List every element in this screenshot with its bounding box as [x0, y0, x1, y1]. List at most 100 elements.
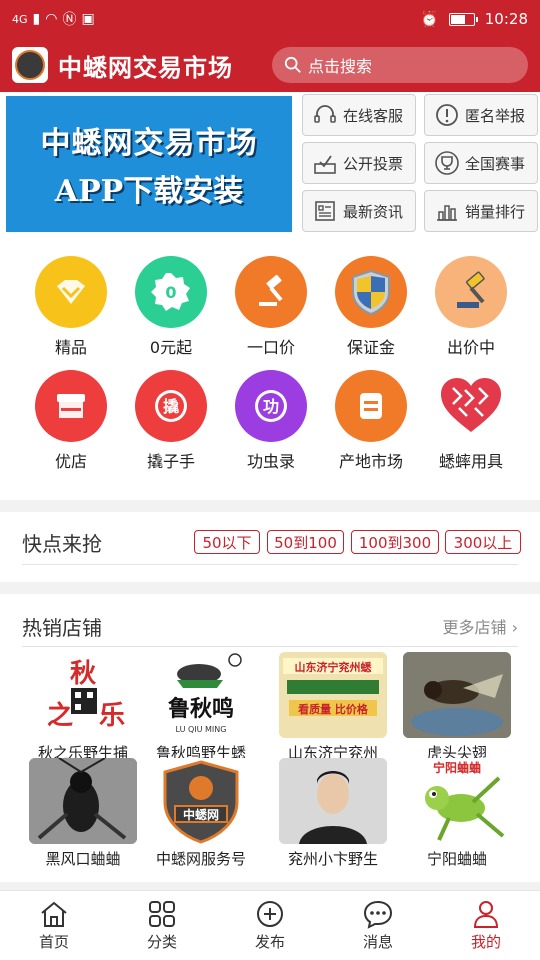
clock: 10:28 — [484, 10, 528, 28]
store-icon — [35, 370, 107, 442]
promo-banner[interactable]: 中蟋网交易市场 APP下载安装 — [6, 96, 292, 232]
public-vote-button[interactable]: 公开投票 — [302, 142, 416, 184]
svg-text:秋: 秋 — [70, 659, 97, 689]
category-bidding[interactable]: 出价中 — [421, 256, 521, 358]
shop-card[interactable]: 中蟋网 中蟋网服务号 — [146, 758, 256, 869]
tab-home[interactable]: 首页 — [0, 891, 108, 960]
shop-thumbnail: 山东济宁兖州蟋 看质量 比价格 — [279, 652, 387, 738]
gong-badge-icon: 功 — [235, 370, 307, 442]
price-chip[interactable]: 100到300 — [351, 530, 439, 554]
tab-category[interactable]: 分类 — [108, 891, 216, 960]
shop-card[interactable]: 黑风口蛐蛐 — [28, 758, 138, 869]
svg-text:山东济宁兖州蟋: 山东济宁兖州蟋 — [295, 660, 373, 674]
app-title: 中蟋网交易市场 — [58, 53, 233, 82]
shop-thumbnail: 宁阳蛐蛐 — [403, 758, 511, 844]
category-zero-start[interactable]: 0 0元起 — [121, 256, 221, 358]
online-service-button[interactable]: 在线客服 — [302, 94, 416, 136]
shop-thumbnail — [279, 758, 387, 844]
banner-line2: APP下载安装 — [54, 174, 244, 209]
svg-text:中蟋网: 中蟋网 — [183, 807, 219, 822]
svg-text:乐: 乐 — [99, 701, 125, 731]
trophy-icon — [433, 149, 461, 177]
svg-text:功: 功 — [263, 397, 279, 416]
shop-card[interactable]: 兖州小卞野生 — [278, 758, 388, 869]
shop-thumbnail: 鲁秋鸣 LU QIU MING — [147, 652, 255, 738]
battery-icon — [448, 12, 478, 26]
category-origin-market[interactable]: 产地市场 — [321, 370, 421, 472]
svg-text:之: 之 — [47, 700, 73, 731]
section-title: 快点来抢 — [22, 532, 102, 556]
category-cricket-tools[interactable]: 蟋蟀用具 — [421, 370, 521, 472]
plus-circle-icon — [257, 901, 283, 927]
signal-icon: ▮ — [32, 11, 41, 27]
sales-ranking-button[interactable]: 销量排行 — [424, 190, 538, 232]
category-grid: 精品 0 0元起 一口价 保证金 出价中 优店 撬 撬子手 功 功虫录 产地市场… — [0, 242, 540, 500]
app-notification-icon: ▣ — [81, 11, 95, 27]
tab-messages[interactable]: 消息 — [324, 891, 432, 960]
heart-pattern-icon — [435, 370, 507, 442]
latest-news-button[interactable]: 最新资讯 — [302, 190, 416, 232]
auction-icon — [435, 256, 507, 328]
anonymous-report-button[interactable]: 匿名举报 — [424, 94, 538, 136]
quick-label: 最新资讯 — [343, 202, 404, 221]
nfc-icon: Ⓝ — [62, 12, 77, 28]
category-label: 蟋蟀用具 — [438, 452, 503, 471]
shop-name: 黑风口蛐蛐 — [45, 850, 121, 868]
quick-label: 销量排行 — [465, 202, 526, 221]
more-shops-link[interactable]: 更多店铺 › — [442, 614, 518, 638]
wifi-icon: ◠ — [45, 11, 58, 27]
shield-icon — [335, 256, 407, 328]
app-header: 中蟋网交易市场 点击搜索 — [0, 38, 540, 92]
svg-text:鲁秋鸣: 鲁秋鸣 — [167, 696, 234, 722]
shop-card[interactable]: 鲁秋鸣 LU QIU MING 鲁秋鸣野生蟋 — [146, 652, 256, 763]
category-deposit[interactable]: 保证金 — [321, 256, 421, 358]
more-label: 更多店铺 — [442, 618, 507, 637]
category-qiaozishou[interactable]: 撬 撬子手 — [121, 370, 221, 472]
tab-mine[interactable]: 我的 — [432, 891, 540, 960]
quick-label: 在线客服 — [343, 106, 404, 125]
network-label: 4G — [12, 12, 28, 26]
category-quality-store[interactable]: 优店 — [21, 370, 121, 472]
bottom-tab-bar: 首页 分类 发布 消息 我的 — [0, 890, 540, 960]
quick-label: 全国赛事 — [465, 154, 526, 173]
hot-shops-section: 热销店铺 更多店铺 › 秋之乐 秋之乐野生捕 鲁秋鸣 LU QIU MING 鲁秋… — [0, 594, 540, 882]
tab-label: 发布 — [254, 933, 285, 951]
search-placeholder: 点击搜索 — [308, 57, 373, 76]
vote-icon — [311, 149, 339, 177]
zero-badge-icon: 0 — [135, 256, 207, 328]
national-events-button[interactable]: 全国赛事 — [424, 142, 538, 184]
news-icon — [311, 197, 339, 225]
alert-icon — [433, 101, 461, 129]
hammer-icon — [235, 256, 307, 328]
category-label: 精品 — [54, 338, 87, 357]
category-gongchonglu[interactable]: 功 功虫录 — [221, 370, 321, 472]
price-chip[interactable]: 50到100 — [267, 530, 344, 554]
category-fixed-price[interactable]: 一口价 — [221, 256, 321, 358]
category-premium[interactable]: 精品 — [21, 256, 121, 358]
price-chip[interactable]: 300以上 — [445, 530, 521, 554]
user-icon — [473, 901, 499, 928]
app-logo[interactable] — [12, 47, 48, 83]
quick-label: 公开投票 — [343, 154, 404, 173]
chevron-right-icon: › — [511, 618, 518, 637]
search-input[interactable]: 点击搜索 — [272, 47, 528, 83]
divider — [22, 646, 518, 647]
category-label: 0元起 — [149, 338, 193, 357]
shop-name: 中蟋网服务号 — [155, 850, 246, 868]
headset-icon — [311, 101, 339, 129]
shop-card[interactable]: 虎头尖翅 — [402, 652, 512, 763]
grid-icon — [149, 901, 175, 927]
tab-label: 首页 — [38, 933, 69, 951]
price-chip[interactable]: 50以下 — [194, 530, 260, 554]
tab-publish[interactable]: 发布 — [216, 891, 324, 960]
shop-card[interactable]: 秋之乐 秋之乐野生捕 — [28, 652, 138, 763]
banner-section: 中蟋网交易市场 APP下载安装 在线客服 匿名举报 公开投票 全国赛事 最新资讯… — [0, 92, 540, 242]
svg-text:看质量 比价格: 看质量 比价格 — [298, 702, 369, 716]
shop-thumbnail: 中蟋网 — [147, 758, 255, 844]
shop-card[interactable]: 宁阳蛐蛐 宁阳蛐蛐 — [402, 758, 512, 869]
diamond-icon — [35, 256, 107, 328]
shop-card[interactable]: 山东济宁兖州蟋 看质量 比价格 山东济宁兖州 — [278, 652, 388, 763]
qiao-badge-icon: 撬 — [135, 370, 207, 442]
category-label: 功虫录 — [246, 452, 295, 471]
shop-name: 宁阳蛐蛐 — [426, 850, 487, 868]
